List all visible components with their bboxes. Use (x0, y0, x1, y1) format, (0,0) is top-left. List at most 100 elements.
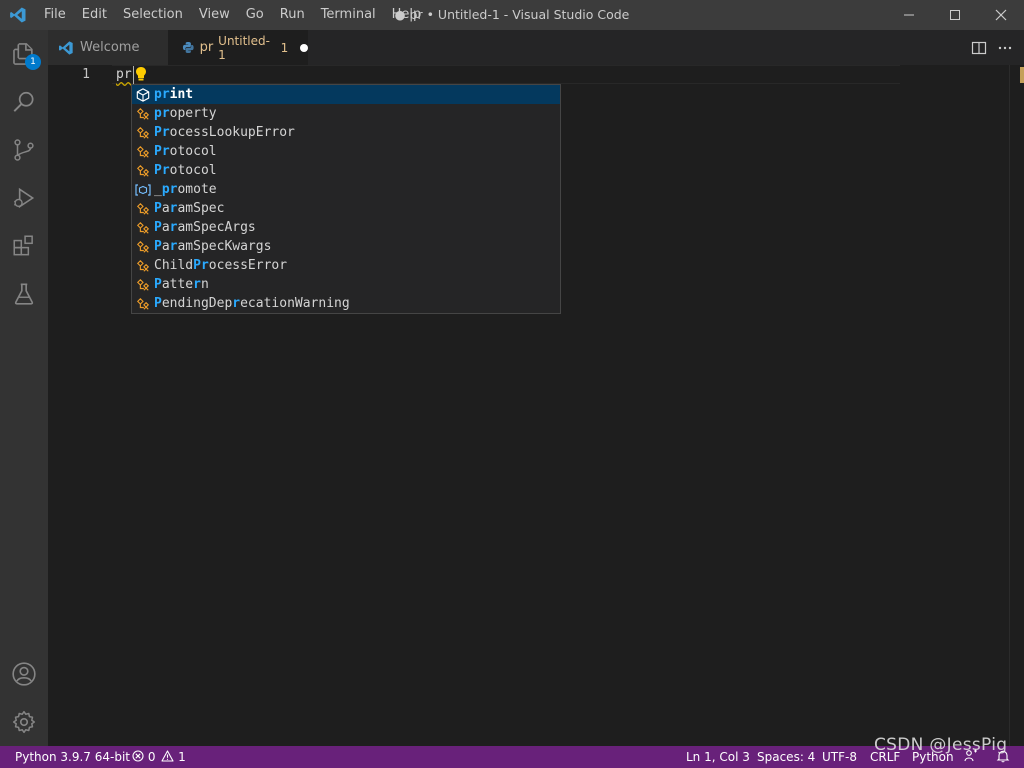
minimize-button[interactable] (886, 0, 932, 30)
match-text: Pr (154, 144, 170, 159)
suggestion-item[interactable]: ProcessLookupError (132, 123, 560, 142)
suggestion-item[interactable]: ParamSpecKwargs (132, 237, 560, 256)
menu-terminal[interactable]: Terminal (313, 0, 384, 30)
python-icon (182, 42, 194, 53)
mid-text: atte (161, 277, 194, 292)
lightbulb-icon[interactable] (134, 66, 148, 82)
error-count: 0 (147, 750, 156, 764)
rest-text: amSpecArgs (177, 220, 256, 235)
rest-text: ocessLookupError (169, 125, 295, 140)
match-text: P (154, 277, 162, 292)
suggestion-item[interactable]: print (132, 85, 560, 104)
menu-view[interactable]: View (191, 0, 238, 30)
accounts-button[interactable] (0, 650, 48, 698)
warning-marker (1020, 67, 1024, 83)
close-icon (995, 9, 1007, 21)
explorer-button[interactable]: 1 (0, 30, 48, 78)
rest-text: ocessError (208, 258, 288, 273)
overview-ruler[interactable] (1009, 65, 1024, 746)
manage-button[interactable] (0, 698, 48, 746)
rest-text: omote (177, 182, 217, 197)
tab-untitled-label: Untitled-1 (218, 33, 270, 62)
tab-untitled-1[interactable]: pr Untitled-1 1 (168, 30, 308, 65)
run-debug-icon (13, 187, 35, 209)
suggestion-text: property (154, 106, 217, 121)
class-icon (132, 256, 154, 275)
explorer-badge: 1 (25, 54, 41, 70)
variable-icon (132, 180, 154, 199)
close-window-button[interactable] (978, 0, 1024, 30)
menu-file[interactable]: File (36, 0, 74, 30)
editor-actions (966, 30, 1018, 65)
extensions-button[interactable] (0, 222, 48, 270)
rest-text: amSpec (177, 201, 225, 216)
keyword-cube-icon (132, 85, 154, 104)
menu-selection[interactable]: Selection (115, 0, 191, 30)
suggestion-item[interactable]: ChildProcessError (132, 256, 560, 275)
menu-run[interactable]: Run (272, 0, 313, 30)
run-debug-button[interactable] (0, 174, 48, 222)
problems-status[interactable]: 0 1 (132, 746, 186, 768)
suggestion-text: ParamSpec (154, 201, 224, 216)
source-control-button[interactable] (0, 126, 48, 174)
mid-text: a (161, 220, 170, 235)
match-text: Pr (154, 125, 170, 140)
match-text: P (154, 239, 162, 254)
indentation-status[interactable]: Spaces: 4 (757, 746, 815, 768)
rest-text: otocol (169, 163, 217, 178)
code-line[interactable]: pr (116, 65, 132, 84)
dirty-indicator-icon[interactable] (300, 43, 308, 52)
rest-text: n (200, 277, 209, 292)
suggestion-text: ProcessLookupError (154, 125, 295, 140)
activity-bar: 1 (0, 30, 48, 746)
suggestion-text: print (154, 87, 193, 102)
more-actions-button[interactable] (992, 30, 1018, 65)
suggestion-text: Protocol (154, 144, 217, 159)
split-editor-button[interactable] (966, 30, 992, 65)
menu-edit[interactable]: Edit (74, 0, 115, 30)
error-icon (132, 750, 144, 762)
split-editor-icon (971, 41, 987, 54)
mid-text: endingDep (161, 296, 233, 311)
rest-text: operty (169, 106, 217, 121)
menu-help[interactable]: Help (384, 0, 430, 30)
testing-button[interactable] (0, 270, 48, 318)
menu-go[interactable]: Go (238, 0, 272, 30)
status-bar: Python 3.9.7 64-bit 0 1 Ln 1, Col 3 Spac… (0, 746, 1024, 768)
rest-text: int (169, 87, 194, 102)
suggestion-text: ParamSpecKwargs (154, 239, 271, 254)
title-bar: File Edit Selection View Go Run Terminal… (0, 0, 1024, 30)
suggestion-item[interactable]: Protocol (132, 161, 560, 180)
account-icon (12, 662, 36, 686)
match-text: P (154, 220, 162, 235)
extensions-icon (13, 235, 33, 256)
class-icon (132, 142, 154, 161)
class-icon (132, 275, 154, 294)
mid-text: a (161, 239, 170, 254)
search-icon (13, 91, 34, 112)
tab-welcome-label: Welcome (80, 40, 140, 55)
maximize-button[interactable] (932, 0, 978, 30)
suggestion-item[interactable]: PendingDeprecationWarning (132, 294, 560, 313)
suggestion-text: ParamSpecArgs (154, 220, 256, 235)
suggestion-item[interactable]: Pattern (132, 275, 560, 294)
match-text: r (193, 277, 201, 292)
tab-prefix: pr (199, 40, 214, 55)
suggestion-item[interactable]: property (132, 104, 560, 123)
suggestion-item[interactable]: ParamSpec (132, 199, 560, 218)
pre-text: _ (154, 182, 162, 197)
suggest-widget: print property ProcessLookupError Protoc… (131, 84, 561, 314)
python-interpreter-status[interactable]: Python 3.9.7 64-bit (15, 746, 130, 768)
tab-welcome[interactable]: Welcome (48, 30, 168, 65)
suggestion-item[interactable]: _promote (132, 180, 560, 199)
menu-bar: File Edit Selection View Go Run Terminal… (36, 0, 429, 30)
current-line-highlight (112, 65, 900, 84)
search-button[interactable] (0, 78, 48, 126)
suggestion-item[interactable]: ParamSpecArgs (132, 218, 560, 237)
suggestion-item[interactable]: Protocol (132, 142, 560, 161)
encoding-status[interactable]: UTF-8 (822, 746, 857, 768)
minimize-icon (904, 14, 914, 16)
cursor-position-status[interactable]: Ln 1, Col 3 (686, 746, 750, 768)
rest-text: ecationWarning (240, 296, 350, 311)
watermark-text: CSDN @JessPig (874, 735, 1008, 755)
